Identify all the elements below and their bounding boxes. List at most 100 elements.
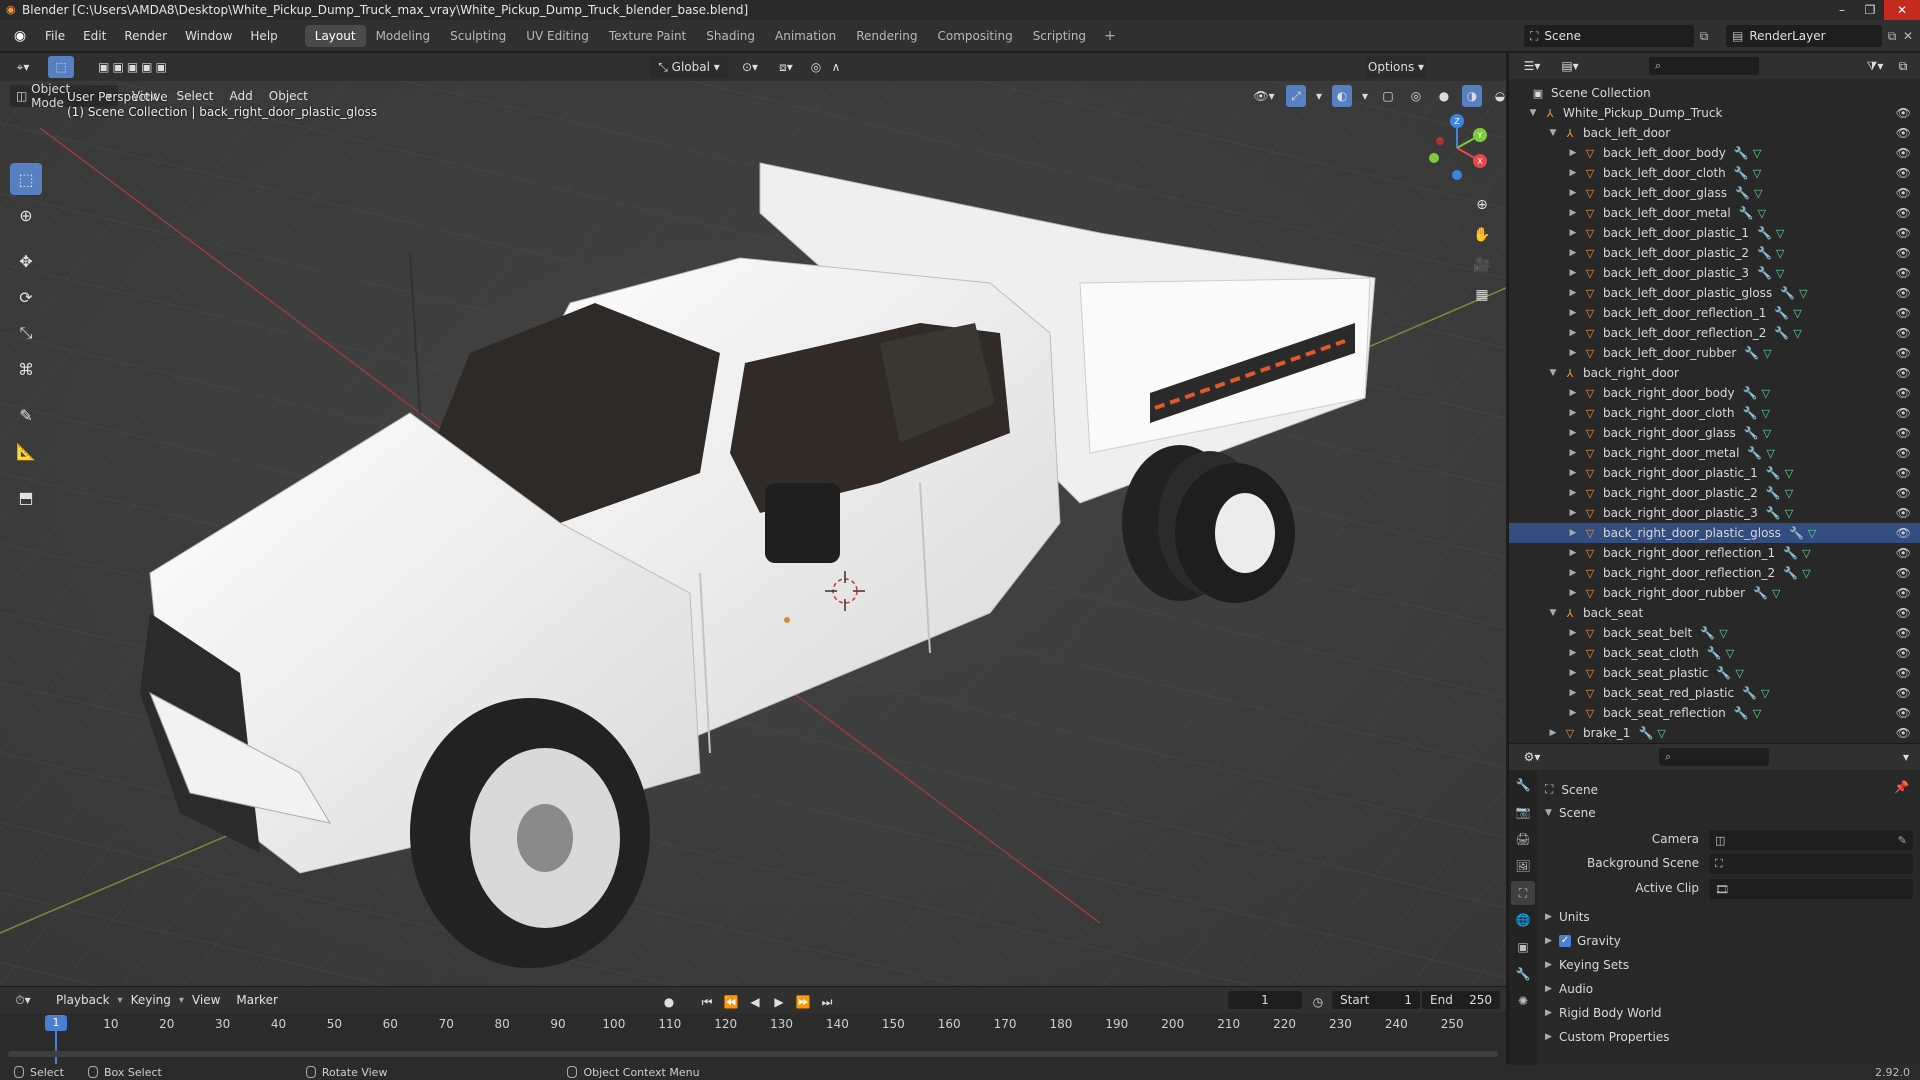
visibility-eye-icon[interactable]: 👁: [1896, 506, 1911, 520]
pin-icon[interactable]: 📌: [1894, 780, 1909, 794]
display-mode-icon[interactable]: ▤▾: [1555, 55, 1585, 77]
scale-tool-icon[interactable]: ⤡: [10, 317, 42, 349]
menu-help[interactable]: Help: [241, 24, 286, 48]
camera-field[interactable]: ◫ ✎: [1709, 830, 1913, 850]
gravity-checkbox[interactable]: ✓: [1559, 935, 1571, 947]
transform-tool-icon[interactable]: ⌘: [10, 353, 42, 385]
select-tool-icon[interactable]: ⬚: [48, 56, 74, 78]
outliner-row[interactable]: ▶ ▽ back_right_door_cloth 🔧 ▽ 👁: [1509, 403, 1920, 423]
chevron-right-icon[interactable]: ▶: [1567, 348, 1579, 358]
rotate-tool-icon[interactable]: ⟳: [10, 281, 42, 313]
preview-range-icon[interactable]: ◷: [1308, 991, 1328, 1013]
rigid-body-world-panel[interactable]: ▶ Rigid Body World: [1545, 1006, 1662, 1020]
outliner-row[interactable]: ▶ ▽ back_left_door_cloth 🔧 ▽ 👁: [1509, 163, 1920, 183]
chevron-right-icon[interactable]: ▶: [1567, 288, 1579, 298]
chevron-down-icon[interactable]: ▾: [1898, 746, 1914, 768]
menu-render[interactable]: Render: [115, 24, 176, 48]
visibility-icon[interactable]: 👁▾: [1250, 85, 1278, 107]
visibility-eye-icon[interactable]: 👁: [1896, 546, 1911, 560]
tab-rendering[interactable]: Rendering: [846, 25, 927, 47]
close-button[interactable]: ✕: [1884, 0, 1920, 20]
outliner-row[interactable]: ▶ ▽ back_seat_plastic 🔧 ▽ 👁: [1509, 663, 1920, 683]
cursor-tool-icon[interactable]: ⊕: [10, 199, 42, 231]
tab-modeling[interactable]: Modeling: [366, 25, 441, 47]
scene-collection-row[interactable]: ▣ Scene Collection: [1509, 83, 1920, 103]
outliner-row[interactable]: ▶ ▽ brake_1 🔧 ▽ 👁: [1509, 723, 1920, 743]
falloff-icon[interactable]: ∧: [826, 56, 846, 78]
visibility-eye-icon[interactable]: 👁: [1896, 406, 1911, 420]
gravity-panel[interactable]: ▶ ✓ Gravity: [1545, 934, 1621, 948]
chevron-right-icon[interactable]: ▶: [1567, 548, 1579, 558]
annotate-tool-icon[interactable]: ✎: [10, 399, 42, 431]
visibility-eye-icon[interactable]: 👁: [1896, 106, 1911, 120]
chevron-right-icon[interactable]: ▶: [1567, 248, 1579, 258]
camera-view-icon[interactable]: 🎥: [1470, 253, 1494, 277]
chevron-right-icon[interactable]: ▶: [1567, 208, 1579, 218]
jump-start-icon[interactable]: ⏮: [698, 991, 716, 1013]
outliner-row[interactable]: ▶ ▽ back_left_door_plastic_gloss 🔧 ▽ 👁: [1509, 283, 1920, 303]
wireframe-shading-icon[interactable]: ◎: [1406, 85, 1426, 107]
outliner-row[interactable]: ▶ ▽ back_left_door_glass 🔧 ▽ 👁: [1509, 183, 1920, 203]
chevron-right-icon[interactable]: ▶: [1567, 328, 1579, 338]
outliner-row[interactable]: ▶ ▽ back_right_door_metal 🔧 ▽ 👁: [1509, 443, 1920, 463]
chevron-down-icon[interactable]: ▼: [1547, 608, 1559, 618]
maximize-button[interactable]: ❐: [1856, 0, 1884, 20]
chevron-right-icon[interactable]: ▶: [1567, 488, 1579, 498]
new-view-layer-icon[interactable]: ⧉: [1884, 28, 1900, 44]
chevron-right-icon[interactable]: ▶: [1567, 628, 1579, 638]
minimize-button[interactable]: –: [1828, 0, 1856, 20]
background-scene-field[interactable]: ⛶: [1709, 854, 1913, 874]
snap-icon[interactable]: ⧈▾: [766, 56, 806, 78]
record-icon[interactable]: ●: [660, 991, 678, 1013]
outliner-row[interactable]: ▼ ⅄ back_right_door 👁: [1509, 363, 1920, 383]
chevron-down-icon[interactable]: ▾: [1314, 85, 1324, 107]
select-box-tool-icon[interactable]: ⬚: [10, 163, 42, 195]
outliner-search-input[interactable]: ⌕: [1649, 57, 1759, 75]
outliner-row[interactable]: ▼ ⅄ White_Pickup_Dump_Truck 👁: [1509, 103, 1920, 123]
proportional-edit-icon[interactable]: ◎: [806, 56, 826, 78]
xray-icon[interactable]: ▢: [1378, 85, 1398, 107]
tool-tab-icon[interactable]: 🔧: [1511, 773, 1535, 797]
visibility-eye-icon[interactable]: 👁: [1896, 666, 1911, 680]
active-clip-field[interactable]: 🎞: [1709, 879, 1913, 899]
outliner-row[interactable]: ▶ ▽ back_left_door_rubber 🔧 ▽ 👁: [1509, 343, 1920, 363]
outliner-row[interactable]: ▶ ▽ back_left_door_plastic_3 🔧 ▽ 👁: [1509, 263, 1920, 283]
outliner-row[interactable]: ▶ ▽ back_right_door_plastic_gloss 🔧 ▽ 👁: [1509, 523, 1920, 543]
view-layer-tab-icon[interactable]: 🖼: [1511, 854, 1535, 878]
menu-timeline-view[interactable]: View: [184, 993, 228, 1007]
chevron-right-icon[interactable]: ▶: [1567, 708, 1579, 718]
outliner-row[interactable]: ▶ ▽ back_right_door_rubber 🔧 ▽ 👁: [1509, 583, 1920, 603]
visibility-eye-icon[interactable]: 👁: [1896, 586, 1911, 600]
visibility-eye-icon[interactable]: 👁: [1896, 246, 1911, 260]
keying-sets-panel[interactable]: ▶ Keying Sets: [1545, 958, 1629, 972]
visibility-eye-icon[interactable]: 👁: [1896, 346, 1911, 360]
visibility-eye-icon[interactable]: 👁: [1896, 386, 1911, 400]
modifier-tab-icon[interactable]: 🔧: [1511, 962, 1535, 986]
tab-scripting[interactable]: Scripting: [1023, 25, 1096, 47]
outliner-row[interactable]: ▶ ▽ back_seat_belt 🔧 ▽ 👁: [1509, 623, 1920, 643]
move-tool-icon[interactable]: ✥: [10, 245, 42, 277]
visibility-eye-icon[interactable]: 👁: [1896, 266, 1911, 280]
outliner-row[interactable]: ▶ ▽ back_left_door_reflection_2 🔧 ▽ 👁: [1509, 323, 1920, 343]
tab-sculpting[interactable]: Sculpting: [440, 25, 516, 47]
timeline-editor-type-icon[interactable]: ⏱▾: [8, 989, 38, 1011]
visibility-eye-icon[interactable]: 👁: [1896, 306, 1911, 320]
custom-properties-panel[interactable]: ▶ Custom Properties: [1545, 1030, 1669, 1044]
chevron-right-icon[interactable]: ▶: [1567, 688, 1579, 698]
outliner-row[interactable]: ▶ ▽ back_left_door_reflection_1 🔧 ▽ 👁: [1509, 303, 1920, 323]
object-tab-icon[interactable]: ▣: [1511, 935, 1535, 959]
jump-keyframe-back-icon[interactable]: ⏪: [722, 991, 740, 1013]
visibility-eye-icon[interactable]: 👁: [1896, 686, 1911, 700]
visibility-eye-icon[interactable]: 👁: [1896, 466, 1911, 480]
material-shading-icon[interactable]: ◑: [1462, 85, 1482, 107]
visibility-eye-icon[interactable]: 👁: [1896, 146, 1911, 160]
tab-compositing[interactable]: Compositing: [927, 25, 1022, 47]
scene-selector[interactable]: ⛶ Scene: [1524, 25, 1694, 47]
outliner-row[interactable]: ▶ ▽ back_seat_reflection 🔧 ▽ 👁: [1509, 703, 1920, 723]
chevron-down-icon[interactable]: ▾: [1360, 85, 1370, 107]
visibility-eye-icon[interactable]: 👁: [1896, 226, 1911, 240]
outliner-row[interactable]: ▶ ▽ back_left_door_metal 🔧 ▽ 👁: [1509, 203, 1920, 223]
outliner-row[interactable]: ▶ ▽ back_right_door_glass 🔧 ▽ 👁: [1509, 423, 1920, 443]
chevron-right-icon[interactable]: ▶: [1567, 468, 1579, 478]
timeline-scrollbar[interactable]: [8, 1051, 1498, 1057]
